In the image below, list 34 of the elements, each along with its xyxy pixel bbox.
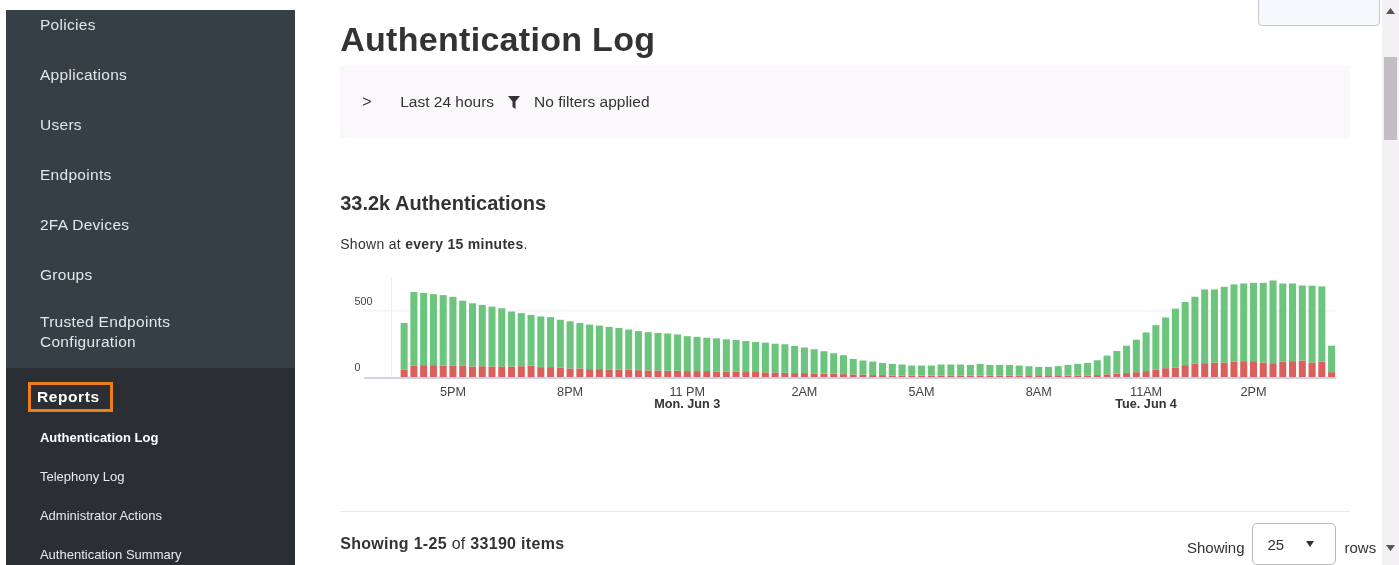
nav-item[interactable]: Policies [5, 10, 296, 50]
nav-item[interactable]: Applications [5, 50, 296, 100]
axis-label: 2PM [1240, 384, 1267, 399]
axis-label: 500 [354, 295, 373, 308]
nav-item[interactable]: Trusted Endpoints Configuration [5, 300, 296, 364]
page-title: Authentication Log [340, 19, 657, 60]
section-heading[interactable]: Reports [27, 382, 113, 412]
axis-label: 11AM [1130, 384, 1163, 399]
time-range[interactable]: Last 24 hours [400, 93, 495, 111]
page-size-suffix: rows [1344, 539, 1377, 556]
page-size-select[interactable]: 25 [1252, 523, 1337, 565]
expand-toggle[interactable]: > [362, 93, 377, 111]
axis-label: 5AM [908, 384, 935, 399]
nav-item[interactable]: Groups [5, 250, 296, 300]
interval-note: Shown at every 15 minutes. [340, 236, 529, 252]
nav-item[interactable]: Authentication Summary [5, 535, 296, 565]
item-count: Showing 1-25 of 33190 items [340, 535, 565, 553]
axis-label: 5PM [440, 384, 467, 399]
filter-status: No filters applied [534, 93, 650, 111]
nav-item[interactable]: 2FA Devices [5, 200, 296, 250]
nav-item[interactable]: Telephony Log [5, 457, 296, 496]
nav-item[interactable]: Authentication Log [5, 418, 296, 457]
axis-label: 2AM [791, 384, 818, 399]
nav-item[interactable]: Endpoints [5, 150, 296, 200]
section-title: 33.2k Authentications [340, 191, 548, 216]
nav-item[interactable]: Users [5, 100, 296, 150]
date-label: Mon. Jun 3 [654, 397, 721, 412]
axis-label: 0 [354, 361, 361, 374]
nav-item[interactable]: Administrator Actions [5, 496, 296, 535]
date-label: Tue. Jun 4 [1115, 397, 1178, 412]
axis-label: 8AM [1025, 384, 1052, 399]
page-size-label: Showing [1186, 539, 1245, 556]
axis-label: 8PM [557, 384, 584, 399]
axis-label: 11 PM [669, 384, 706, 399]
